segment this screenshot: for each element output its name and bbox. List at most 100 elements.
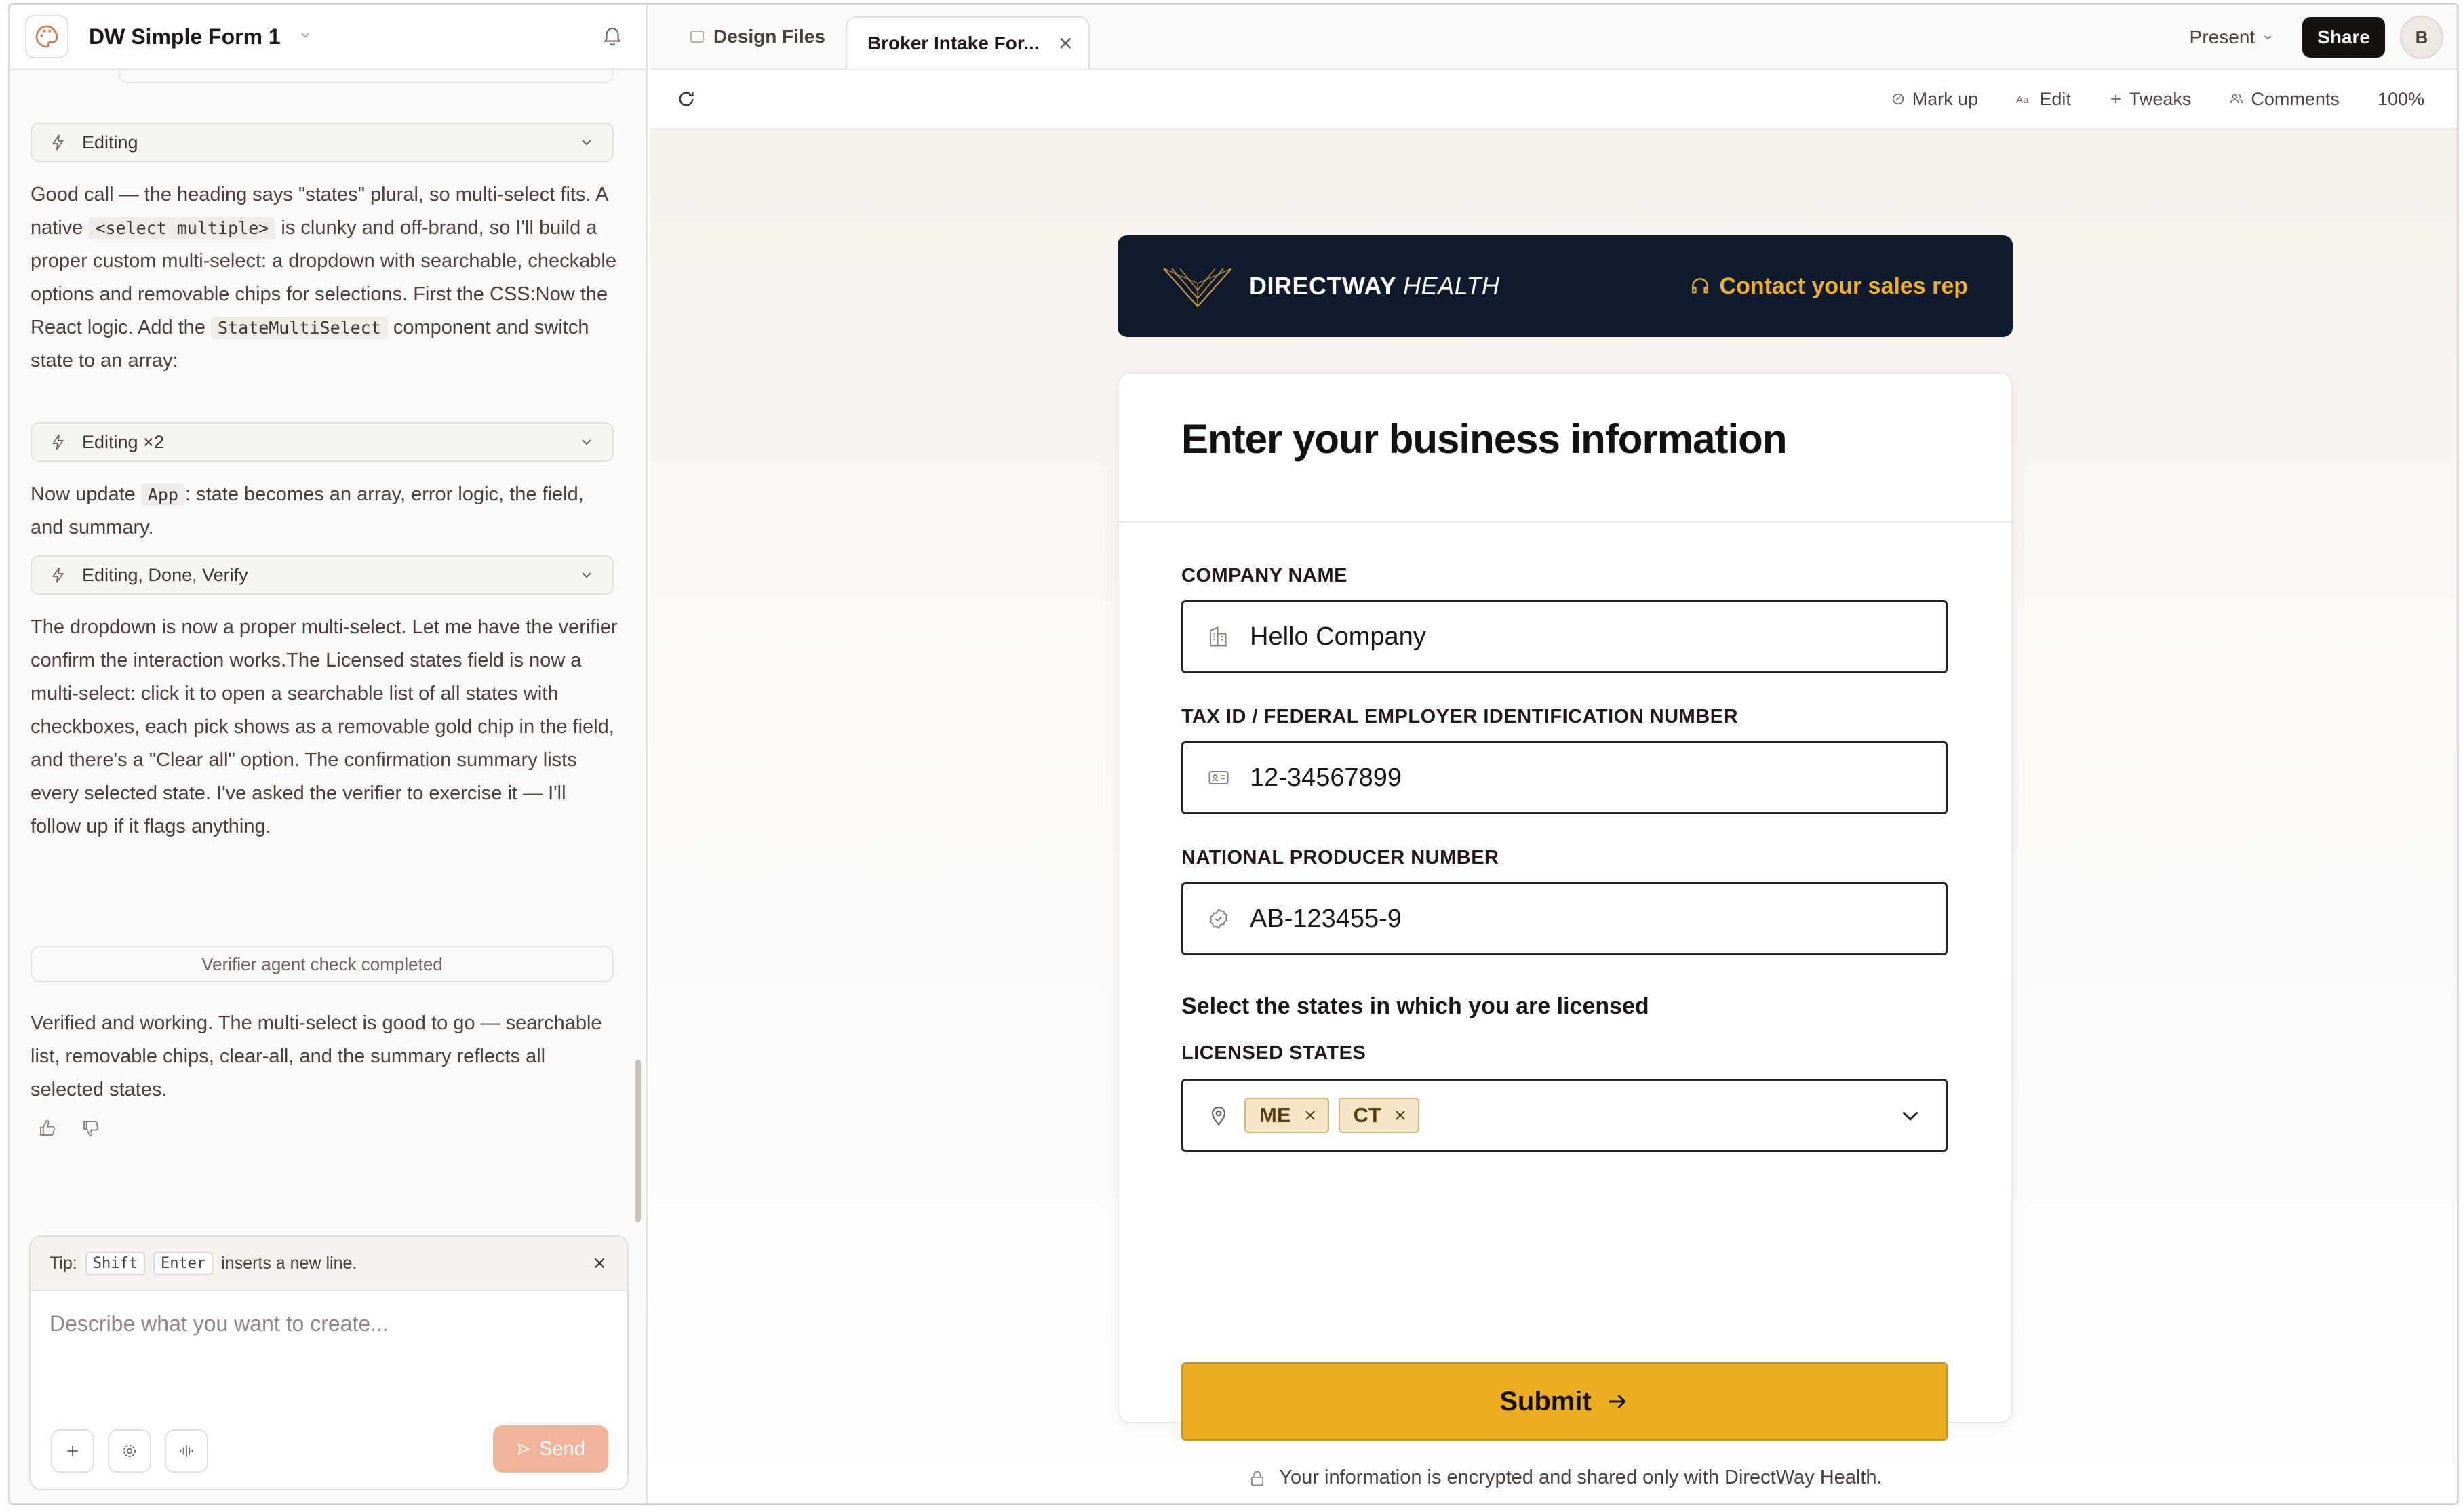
remove-chip-icon[interactable]: [1302, 1107, 1318, 1123]
remove-chip-icon[interactable]: [1392, 1107, 1408, 1123]
verified-badge-icon: [1209, 909, 1228, 929]
key-enter: Enter: [153, 1251, 214, 1275]
map-pin-icon: [1211, 1106, 1226, 1126]
inline-code: App: [140, 483, 185, 506]
send-icon: [517, 1442, 530, 1456]
plus-icon: [67, 1446, 78, 1456]
chip-label: CT: [1353, 1103, 1381, 1127]
comments-button[interactable]: Comments: [2229, 89, 2340, 110]
chat-panel: DW Simple Form 1 Editing Good call — the…: [10, 5, 648, 1503]
tab-label: Design Files: [713, 26, 825, 47]
bolt-icon: [52, 134, 64, 151]
tip-text: inserts a new line.: [221, 1253, 357, 1273]
markup-button[interactable]: Mark up: [1891, 88, 1979, 110]
step-editing-done-verify[interactable]: Editing, Done, Verify: [31, 555, 614, 595]
submit-button[interactable]: Submit: [1181, 1362, 1948, 1441]
gear-icon: [123, 1445, 136, 1457]
brand-light: HEALTH: [1403, 272, 1500, 300]
assistant-message: Verified and working. The multi-select i…: [31, 1012, 602, 1100]
submit-label: Submit: [1499, 1386, 1592, 1416]
chevron-down-icon[interactable]: [298, 28, 312, 45]
chat-thread: Editing Good call — the heading says "st…: [10, 70, 641, 1222]
reload-icon[interactable]: [675, 88, 697, 110]
zoom-level[interactable]: 100%: [2378, 89, 2424, 110]
preview-toolbar: Mark up Aa Edit Tweaks Comments 100%: [650, 70, 2457, 130]
bolt-icon: [52, 567, 64, 583]
thumbs-down-icon[interactable]: [81, 1118, 101, 1138]
toolbar-actions: Mark up Aa Edit Tweaks Comments 100%: [1891, 89, 2424, 110]
contact-sales-link[interactable]: Contact your sales rep: [1689, 273, 1968, 300]
tweaks-button[interactable]: Tweaks: [2109, 89, 2191, 110]
state-chip[interactable]: ME: [1244, 1098, 1329, 1133]
form-card: Enter your business information COMPANY …: [1118, 372, 2013, 1488]
tab-broker-intake[interactable]: Broker Intake For... ✕: [845, 16, 1090, 69]
tab-design-files[interactable]: Design Files: [670, 10, 846, 63]
share-button[interactable]: Share: [2302, 17, 2385, 58]
prompt-input[interactable]: Describe what you want to create...: [50, 1311, 389, 1336]
producer-number-value: AB-123455-9: [1250, 904, 1402, 933]
contact-label: Contact your sales rep: [1719, 273, 1968, 299]
step-editing-x2[interactable]: Editing ×2: [31, 422, 614, 462]
company-name-field[interactable]: Hello Company: [1181, 600, 1948, 673]
assistant-message: The dropdown is now a proper multi-selec…: [31, 616, 618, 837]
settings-button[interactable]: [108, 1429, 151, 1473]
chevron-down-icon[interactable]: [1898, 1103, 1923, 1128]
step-label: Editing ×2: [82, 431, 164, 452]
step-label: Editing: [82, 132, 138, 153]
security-note: Your information is encrypted and shared…: [1119, 1467, 2011, 1489]
chevron-down-icon: [2264, 35, 2272, 40]
tab-label: Broker Intake For...: [867, 33, 1040, 54]
security-text: Your information is encrypted and shared…: [1279, 1467, 1883, 1488]
inline-code: <select multiple>: [88, 217, 276, 239]
assistant-message: Good call — the heading says "states" pl…: [31, 178, 620, 378]
feedback-actions: [37, 1118, 101, 1138]
tax-id-field[interactable]: 12-34567899: [1181, 741, 1948, 814]
present-label: Present: [2189, 26, 2255, 47]
voice-button[interactable]: [165, 1429, 208, 1473]
arrow-right-icon: [1609, 1394, 1626, 1409]
send-button[interactable]: Send: [493, 1425, 608, 1473]
bolt-icon: [52, 434, 64, 450]
chevron-down-icon[interactable]: [578, 567, 595, 583]
tip-bar: Tip: Shift Enter inserts a new line.: [31, 1237, 627, 1291]
avatar[interactable]: B: [2400, 16, 2443, 59]
notification-icon[interactable]: [601, 24, 624, 50]
id-card-icon: [1208, 770, 1229, 785]
close-tab-icon[interactable]: ✕: [1057, 33, 1073, 55]
company-name-value: Hello Company: [1250, 622, 1426, 651]
producer-number-field[interactable]: AB-123455-9: [1181, 882, 1948, 955]
step-editing[interactable]: Editing: [31, 123, 614, 162]
markup-label: Mark up: [1912, 88, 1979, 109]
edit-label: Edit: [2039, 88, 2071, 109]
chevron-down-icon[interactable]: [578, 434, 595, 450]
palette-icon[interactable]: [25, 15, 68, 58]
comments-label: Comments: [2251, 88, 2340, 109]
company-name-label: COMPANY NAME: [1181, 565, 1347, 586]
tip-prefix: Tip:: [50, 1253, 77, 1273]
message-text: Now update: [31, 483, 141, 505]
project-title[interactable]: DW Simple Form 1: [89, 24, 281, 49]
tab-bar: Design Files Broker Intake For... ✕ Pres…: [650, 5, 2457, 70]
add-attachment-button[interactable]: [51, 1429, 94, 1473]
thumbs-up-icon[interactable]: [37, 1118, 58, 1138]
licensed-states-label: LICENSED STATES: [1181, 1042, 1366, 1064]
send-label: Send: [539, 1437, 585, 1460]
chat-scrollbar[interactable]: [635, 1060, 641, 1222]
preview-panel: Design Files Broker Intake For... ✕ Pres…: [650, 5, 2457, 1503]
app-window: DW Simple Form 1 Editing Good call — the…: [8, 3, 2459, 1505]
present-button[interactable]: Present: [2190, 26, 2274, 48]
licensed-states-multiselect[interactable]: ME CT: [1181, 1079, 1948, 1152]
state-chip[interactable]: CT: [1338, 1098, 1419, 1133]
brand-header: DIRECTWAY HEALTH Contact your sales rep: [1118, 235, 2013, 337]
headset-icon: [1692, 278, 1709, 294]
building-icon: [1209, 626, 1227, 647]
close-icon[interactable]: [591, 1254, 608, 1272]
states-question: Select the states in which you are licen…: [1181, 993, 1649, 1019]
form-title: Enter your business information: [1181, 416, 1787, 462]
producer-number-label: NATIONAL PRODUCER NUMBER: [1181, 847, 1499, 869]
composer: Tip: Shift Enter inserts a new line. Des…: [29, 1235, 629, 1490]
chevron-down-icon[interactable]: [578, 134, 595, 151]
step-label: Editing, Done, Verify: [82, 564, 248, 585]
top-actions: Present Share B: [2190, 5, 2443, 70]
edit-button[interactable]: Aa Edit: [2016, 89, 2071, 110]
